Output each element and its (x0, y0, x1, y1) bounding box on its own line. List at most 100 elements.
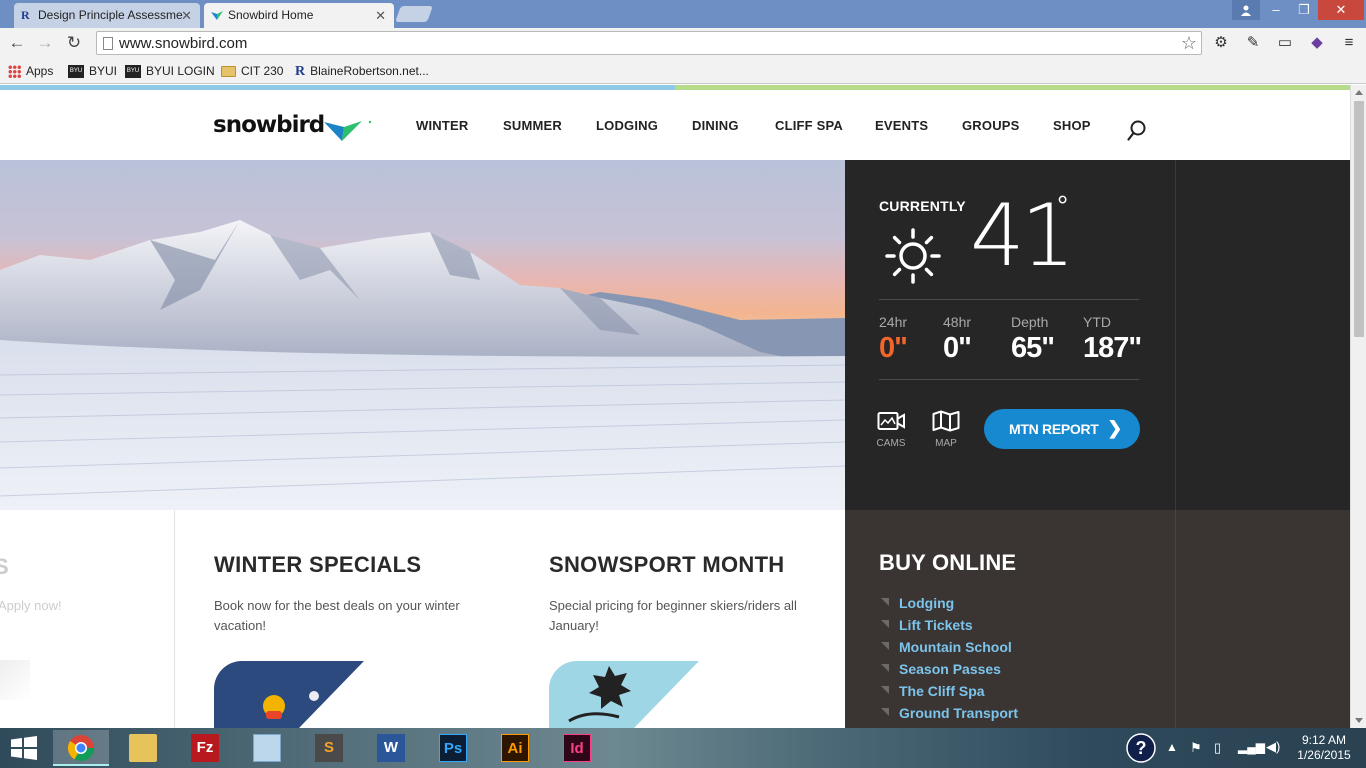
illustrator-icon: Ai (501, 734, 529, 762)
new-tab-button[interactable] (395, 6, 433, 22)
minimize-button[interactable]: – (1262, 0, 1290, 20)
map-label: MAP (935, 438, 957, 449)
scrollbar-thumb[interactable] (1354, 101, 1364, 337)
action-center-flag-icon[interactable]: ⚑ (1190, 740, 1202, 768)
page-scrollbar[interactable] (1350, 85, 1366, 728)
bookmark-label: BYUI (89, 64, 118, 78)
settings-gear-icon[interactable]: ⚙ (1210, 32, 1232, 54)
bookmark-apps[interactable]: Apps (8, 62, 53, 80)
winter-specials-image[interactable] (214, 661, 364, 728)
taskbar-illustrator[interactable]: Ai (487, 730, 543, 766)
bookmarks-bar: Apps BYU BYUI BYU BYUI LOGIN CIT 230 R Blai… (0, 58, 1366, 84)
bookmark-byui[interactable]: BYU BYUI (68, 62, 117, 80)
stat-ytd: YTD 187" (1083, 314, 1142, 365)
help-icon[interactable]: ? (1126, 733, 1156, 768)
windows-start-icon[interactable] (10, 736, 38, 760)
nav-groups[interactable]: GROUPS (962, 118, 1020, 133)
nav-cliff-spa[interactable]: CLIFF SPA (775, 118, 843, 133)
camera-icon (877, 412, 905, 430)
link-label: Lodging (899, 595, 955, 611)
carousel-peek-text[interactable]: Apply now! (0, 598, 62, 613)
taskbar-indesign[interactable]: Id (549, 730, 605, 766)
show-hidden-icons-icon[interactable]: ▲ (1166, 740, 1178, 768)
stat-value: 65" (1011, 332, 1055, 364)
bookmark-cit230[interactable]: CIT 230 (221, 62, 283, 80)
volume-icon[interactable]: ◀) (1266, 739, 1280, 768)
address-bar[interactable]: ☆ (96, 31, 1202, 55)
taskbar-clock[interactable]: 9:12 AM 1/26/2015 (1290, 733, 1358, 763)
forward-arrow-icon[interactable]: → (34, 32, 56, 54)
bookmark-byui-login[interactable]: BYU BYUI LOGIN (125, 62, 215, 80)
site-header: snowbird WINTER SUMMER LODGING DINING CL… (0, 90, 1350, 160)
buy-link-lodging[interactable]: Lodging (879, 594, 1018, 616)
page-icon (103, 37, 113, 50)
url-input[interactable] (119, 34, 1159, 52)
nav-lodging[interactable]: LODGING (596, 118, 658, 133)
apps-grid-icon (8, 65, 21, 79)
snowbird-bird-icon[interactable] (322, 119, 374, 145)
tab-title: Design Principle Assessme (38, 8, 183, 22)
taskbar-filezilla[interactable]: Fz (177, 730, 233, 766)
promo-title[interactable]: WINTER SPECIALS (214, 552, 421, 578)
back-arrow-icon[interactable]: ← (6, 32, 28, 54)
buy-panel-extension (1175, 510, 1350, 728)
scroll-up-icon[interactable] (1355, 90, 1363, 95)
tab-design-principle[interactable]: R Design Principle Assessme ✕ (14, 3, 200, 28)
snowsport-month-image[interactable] (549, 661, 699, 728)
snowbird-logo[interactable]: snowbird (213, 112, 325, 138)
mtn-report-button[interactable]: MTN REPORT ❯ (984, 409, 1140, 449)
bookmark-blainerobertson[interactable]: R BlaineRobertson.net... (295, 62, 429, 80)
close-tab-icon[interactable]: ✕ (181, 3, 192, 28)
promo-text: Special pricing for beginner skiers/ride… (549, 598, 797, 633)
nav-winter[interactable]: WINTER (416, 118, 468, 133)
clock-date: 1/26/2015 (1297, 748, 1351, 762)
promo-section: S Apply now! WINTER SPECIALS Book now fo… (0, 510, 845, 728)
link-label: Season Passes (899, 661, 1001, 677)
search-icon[interactable] (1127, 120, 1147, 142)
eyedropper-icon[interactable]: ✎ (1242, 32, 1264, 54)
snowbird-favicon-icon (211, 9, 223, 22)
nav-dining[interactable]: DINING (692, 118, 739, 133)
buy-link-mountain-school[interactable]: Mountain School (879, 638, 1018, 660)
stat-value: 0" (879, 332, 908, 364)
buy-online-title: BUY ONLINE (879, 550, 1017, 575)
close-window-button[interactable]: ✕ (1318, 0, 1364, 20)
byui-logo-icon: BYU (125, 65, 141, 79)
nav-shop[interactable]: SHOP (1053, 118, 1091, 133)
buy-link-season-passes[interactable]: Season Passes (879, 660, 1018, 682)
map-link[interactable]: MAP (926, 410, 966, 449)
taskbar-chrome[interactable] (53, 730, 109, 766)
scroll-down-icon[interactable] (1355, 718, 1363, 723)
taskbar-photoshop[interactable]: Ps (425, 730, 481, 766)
divider (879, 379, 1139, 380)
extension-icon[interactable]: ◆ (1306, 32, 1328, 54)
taskbar-file-explorer[interactable] (115, 730, 171, 766)
cams-link[interactable]: CAMS (871, 410, 911, 449)
reload-icon[interactable]: ↻ (63, 32, 85, 54)
stat-label: YTD (1083, 314, 1111, 330)
close-tab-icon[interactable]: ✕ (375, 3, 386, 28)
buy-link-lift-tickets[interactable]: Lift Tickets (879, 616, 1018, 638)
chrome-menu-icon[interactable]: ≡ (1338, 32, 1360, 54)
link-label: Ground Transport (899, 705, 1018, 721)
taskbar-box[interactable] (239, 730, 295, 766)
bookmark-label: BlaineRobertson.net... (310, 64, 429, 78)
battery-icon[interactable]: ▯ (1214, 740, 1221, 768)
nav-events[interactable]: EVENTS (875, 118, 928, 133)
buy-link-cliff-spa[interactable]: The Cliff Spa (879, 682, 1018, 704)
taskbar-word[interactable]: W (363, 730, 419, 766)
nav-summer[interactable]: SUMMER (503, 118, 562, 133)
bookmark-star-icon[interactable]: ☆ (1181, 32, 1197, 54)
buy-link-ground-transport[interactable]: Ground Transport (879, 704, 1018, 726)
user-profile-icon[interactable] (1232, 0, 1260, 20)
promo-title[interactable]: SNOWSPORT MONTH (549, 552, 785, 578)
svg-text:?: ? (1136, 738, 1147, 758)
buy-online-links: Lodging Lift Tickets Mountain School Sea… (879, 594, 1018, 726)
stat-48hr: 48hr 0" (943, 314, 972, 365)
taskbar-sublime[interactable]: S (301, 730, 357, 766)
network-signal-icon[interactable]: ▂▄▆ (1238, 740, 1265, 768)
window-resizer-icon[interactable]: ▭ (1274, 32, 1296, 54)
stat-value: 187" (1083, 332, 1142, 364)
maximize-button[interactable]: ❐ (1290, 0, 1318, 20)
tab-snowbird-home[interactable]: Snowbird Home ✕ (204, 3, 394, 28)
